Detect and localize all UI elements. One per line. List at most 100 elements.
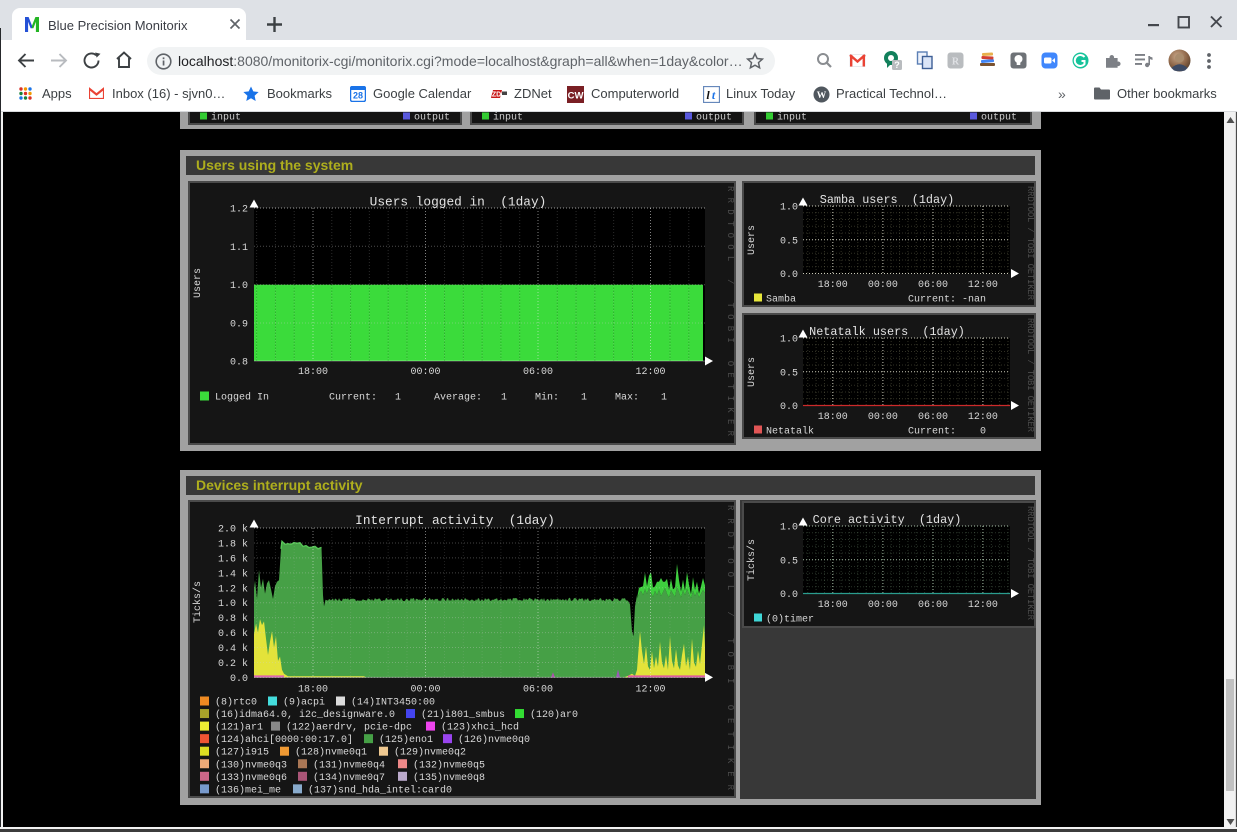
svg-text:(122)aerdrv, pcie-dpc: (122)aerdrv, pcie-dpc bbox=[286, 722, 412, 734]
svg-text:12:00: 12:00 bbox=[635, 367, 665, 378]
svg-text:0.0: 0.0 bbox=[230, 674, 248, 685]
svg-text:18:00: 18:00 bbox=[298, 685, 328, 696]
svg-text:(128)nvme0q1: (128)nvme0q1 bbox=[295, 747, 367, 759]
svg-text:1.0 k: 1.0 k bbox=[218, 598, 248, 610]
svg-text:18:00: 18:00 bbox=[818, 412, 848, 423]
svg-text:Ticks/s: Ticks/s bbox=[192, 581, 204, 623]
svg-text:(132)nvme0q5: (132)nvme0q5 bbox=[413, 759, 485, 771]
svg-text:Netatalk: Netatalk bbox=[766, 426, 814, 438]
svg-text:0.5: 0.5 bbox=[780, 368, 798, 379]
svg-text:Samba: Samba bbox=[766, 294, 796, 306]
svg-text:1.4 k: 1.4 k bbox=[218, 568, 248, 580]
svg-text:output: output bbox=[696, 113, 732, 124]
svg-text:1.0: 1.0 bbox=[230, 281, 248, 292]
svg-text:(125)eno1: (125)eno1 bbox=[379, 734, 433, 746]
svg-text:Min:: Min: bbox=[535, 392, 559, 404]
svg-text:Users logged in (1day): Users logged in (1day) bbox=[370, 195, 547, 210]
svg-text:1.2 k: 1.2 k bbox=[218, 583, 248, 595]
svg-text:RRDTOOL / TOBI OETIKER: RRDTOOL / TOBI OETIKER bbox=[1025, 506, 1034, 621]
svg-text:?: ? bbox=[894, 60, 900, 70]
svg-text:06:00: 06:00 bbox=[918, 280, 948, 291]
svg-text:18:00: 18:00 bbox=[298, 367, 328, 378]
svg-text:1: 1 bbox=[581, 393, 587, 404]
svg-text:00:00: 00:00 bbox=[410, 367, 440, 378]
svg-text:(133)nvme0q6: (133)nvme0q6 bbox=[215, 772, 287, 784]
svg-text:(14)INT3450:00: (14)INT3450:00 bbox=[351, 697, 435, 709]
svg-text:18:00: 18:00 bbox=[818, 600, 848, 611]
svg-text:1.8 k: 1.8 k bbox=[218, 538, 248, 550]
svg-text:0.5: 0.5 bbox=[780, 236, 798, 247]
svg-text:(16)idma64.0, i2c_designware.0: (16)idma64.0, i2c_designware.0 bbox=[215, 709, 395, 721]
svg-text:1.0: 1.0 bbox=[780, 335, 798, 346]
svg-text:(21)i801_smbus: (21)i801_smbus bbox=[421, 709, 505, 721]
svg-text:12:00: 12:00 bbox=[635, 685, 665, 696]
svg-text:output: output bbox=[981, 113, 1017, 124]
svg-text:(134)nvme0q7: (134)nvme0q7 bbox=[313, 772, 385, 784]
svg-text:CW: CW bbox=[568, 91, 584, 102]
svg-text:Average:: Average: bbox=[434, 393, 482, 404]
svg-text:0.0: 0.0 bbox=[780, 590, 798, 601]
svg-text:Samba users (1day): Samba users (1day) bbox=[820, 193, 955, 207]
svg-text:28: 28 bbox=[353, 91, 363, 101]
svg-text:12:00: 12:00 bbox=[968, 412, 998, 423]
svg-text:Interrupt activity (1day): Interrupt activity (1day) bbox=[355, 513, 555, 528]
svg-text:(129)nvme0q2: (129)nvme0q2 bbox=[394, 747, 466, 759]
svg-text:00:00: 00:00 bbox=[868, 280, 898, 291]
svg-text:Current: -nan: Current: -nan bbox=[908, 295, 986, 306]
svg-text:(0)timer: (0)timer bbox=[766, 614, 814, 626]
svg-text:1.6 k: 1.6 k bbox=[218, 553, 248, 565]
svg-text:0.4 k: 0.4 k bbox=[218, 643, 248, 655]
svg-text:Netatalk users (1day): Netatalk users (1day) bbox=[809, 325, 965, 339]
svg-text:(135)nvme0q8: (135)nvme0q8 bbox=[413, 772, 485, 784]
svg-text:W: W bbox=[817, 91, 827, 101]
svg-text:1.0: 1.0 bbox=[780, 523, 798, 534]
svg-text:(137)snd_hda_intel:card0: (137)snd_hda_intel:card0 bbox=[308, 784, 452, 796]
svg-text:0.0: 0.0 bbox=[780, 402, 798, 413]
svg-text:Core activity (1day): Core activity (1day) bbox=[813, 513, 962, 527]
svg-text:(8)rtc0: (8)rtc0 bbox=[215, 697, 257, 709]
svg-text:0.8: 0.8 bbox=[230, 358, 248, 369]
svg-text:2.0 k: 2.0 k bbox=[218, 524, 248, 536]
svg-text:Users: Users bbox=[747, 225, 758, 255]
svg-text:12:00: 12:00 bbox=[968, 280, 998, 291]
svg-text:06:00: 06:00 bbox=[918, 600, 948, 611]
svg-text:1: 1 bbox=[501, 393, 507, 404]
svg-text:1.1: 1.1 bbox=[230, 243, 248, 254]
svg-text:06:00: 06:00 bbox=[918, 412, 948, 423]
svg-text:RRDTOOL / TOBI OETIKER: RRDTOOL / TOBI OETIKER bbox=[1025, 318, 1034, 433]
svg-text:Ticks/s: Ticks/s bbox=[746, 539, 758, 581]
svg-text:Users: Users bbox=[747, 357, 758, 387]
svg-text:Users: Users bbox=[193, 268, 204, 298]
svg-text:06:00: 06:00 bbox=[523, 367, 553, 378]
svg-text:00:00: 00:00 bbox=[410, 685, 440, 696]
svg-text:RRDTOOL / TOBI OETIKER: RRDTOOL / TOBI OETIKER bbox=[725, 505, 734, 791]
svg-text:18:00: 18:00 bbox=[818, 280, 848, 291]
svg-text:(131)nvme0q4: (131)nvme0q4 bbox=[313, 759, 385, 771]
svg-text:Max:: Max: bbox=[615, 393, 639, 404]
svg-text:(123)xhci_hcd: (123)xhci_hcd bbox=[441, 722, 519, 734]
svg-text:1: 1 bbox=[661, 393, 667, 404]
svg-text:(127)i915: (127)i915 bbox=[215, 747, 269, 759]
svg-text:1.2: 1.2 bbox=[230, 205, 248, 216]
svg-text:(121)ar1: (121)ar1 bbox=[215, 722, 263, 734]
svg-text:0.5: 0.5 bbox=[780, 556, 798, 567]
svg-text:Current: 0: Current: 0 bbox=[908, 427, 986, 438]
svg-text:(126)nvme0q0: (126)nvme0q0 bbox=[458, 734, 530, 746]
svg-text:(130)nvme0q3: (130)nvme0q3 bbox=[215, 759, 287, 771]
svg-text:00:00: 00:00 bbox=[868, 412, 898, 423]
svg-text:0.9: 0.9 bbox=[230, 320, 248, 331]
svg-text:RRDTOOL / TOBI OETIKER: RRDTOOL / TOBI OETIKER bbox=[725, 186, 734, 437]
svg-text:(9)acpi: (9)acpi bbox=[283, 697, 325, 709]
svg-text:(124)ahci[0000:00:17.0]: (124)ahci[0000:00:17.0] bbox=[215, 734, 353, 746]
svg-text:0.0: 0.0 bbox=[780, 270, 798, 281]
svg-text:R: R bbox=[952, 57, 960, 68]
svg-text:0.6 k: 0.6 k bbox=[218, 628, 248, 640]
svg-text:output: output bbox=[414, 113, 450, 124]
svg-text:1.0: 1.0 bbox=[780, 203, 798, 214]
svg-text:(120)ar0: (120)ar0 bbox=[530, 709, 578, 721]
svg-text:ZD: ZD bbox=[492, 92, 501, 99]
svg-text:00:00: 00:00 bbox=[868, 600, 898, 611]
svg-text:12:00: 12:00 bbox=[968, 600, 998, 611]
svg-text:(136)mei_me: (136)mei_me bbox=[215, 784, 281, 796]
svg-text:input: input bbox=[777, 112, 807, 123]
